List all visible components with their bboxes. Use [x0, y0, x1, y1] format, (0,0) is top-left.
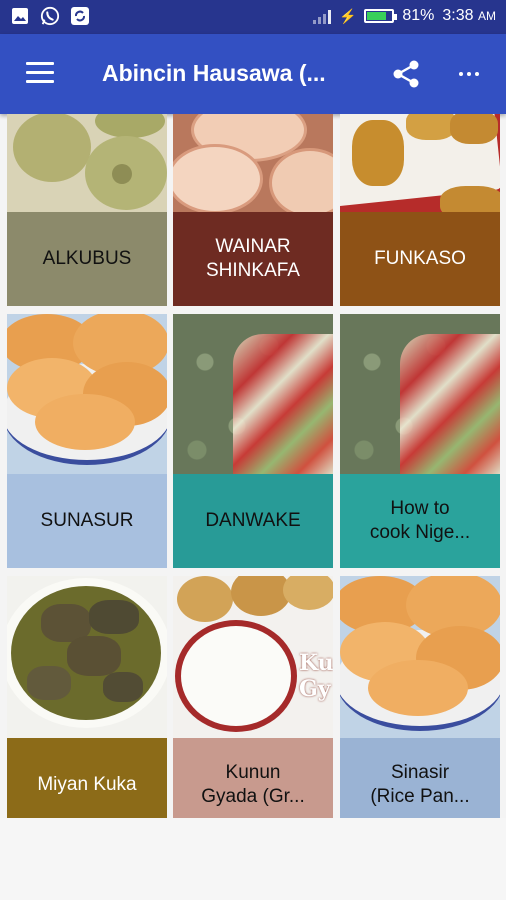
- image-overlay-text: Ku Gy: [299, 650, 333, 702]
- share-icon: [393, 60, 419, 88]
- app-bar: Abincin Hausawa (...: [0, 34, 506, 114]
- recipe-card[interactable]: Miyan Kuka: [7, 576, 167, 832]
- notification-icons: [10, 6, 90, 26]
- recipe-card[interactable]: How to cook Nige...: [340, 314, 500, 568]
- empty-bottom-area: [0, 818, 506, 900]
- recipe-card[interactable]: DANWAKE: [173, 314, 333, 568]
- signal-icon: [312, 8, 331, 24]
- recipe-grid: ALKUBUS WAINAR SHINKAFA FUNKASO SUNASUR …: [0, 114, 506, 832]
- recipe-card[interactable]: Ku Gy Kunun Gyada (Gr...: [173, 576, 333, 832]
- recipe-card[interactable]: FUNKASO: [340, 114, 500, 306]
- recipe-label: ALKUBUS: [7, 212, 167, 306]
- rice-cakes-photo: [173, 114, 333, 212]
- clock-time: 3:38: [442, 7, 474, 24]
- menu-button[interactable]: [26, 62, 54, 84]
- recipe-label: FUNKASO: [340, 212, 500, 306]
- status-bar: ⚡ 81% 3:38 AM: [0, 0, 506, 34]
- page-title: Abincin Hausawa (...: [102, 60, 326, 86]
- whatsapp-icon: [40, 6, 60, 26]
- recipe-label: SUNASUR: [7, 474, 167, 568]
- fried-dough-photo: [340, 114, 500, 212]
- steamed-bread-photo: [7, 114, 167, 212]
- recipe-card[interactable]: Sinasir (Rice Pan...: [340, 576, 500, 832]
- more-vert-icon: [459, 72, 463, 76]
- recipe-card[interactable]: WAINAR SHINKAFA: [173, 114, 333, 306]
- pancakes-photo: [340, 576, 500, 738]
- clock: 3:38 AM: [442, 7, 496, 25]
- battery-icon: [364, 9, 398, 23]
- menu-icon: [26, 62, 54, 65]
- more-options-button[interactable]: [455, 60, 483, 88]
- clock-ampm: AM: [478, 9, 496, 23]
- pancakes-photo: [7, 314, 167, 474]
- battery-percent: 81%: [402, 7, 435, 24]
- recipe-label: DANWAKE: [173, 474, 333, 568]
- recipe-card[interactable]: ALKUBUS: [7, 114, 167, 306]
- recipe-label: How to cook Nige...: [340, 474, 500, 568]
- share-button[interactable]: [390, 58, 422, 90]
- recipe-card[interactable]: SUNASUR: [7, 314, 167, 568]
- dumplings-salad-photo: [340, 314, 500, 474]
- recipe-label: WAINAR SHINKAFA: [173, 212, 333, 306]
- groundnut-porridge-photo: Ku Gy: [173, 576, 333, 738]
- sync-icon: [70, 6, 90, 26]
- dumplings-salad-photo: [173, 314, 333, 474]
- soup-photo: [7, 576, 167, 738]
- gallery-icon: [10, 6, 30, 26]
- charging-icon: ⚡: [338, 7, 357, 24]
